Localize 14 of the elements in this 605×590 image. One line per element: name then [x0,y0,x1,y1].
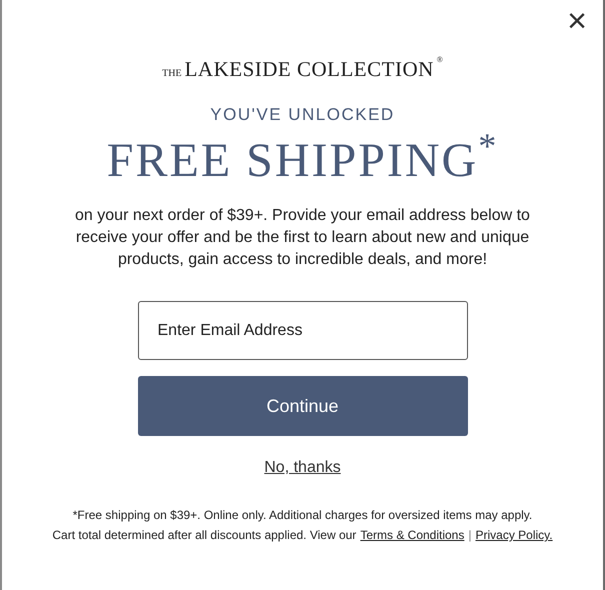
link-separator: | [468,527,472,544]
email-field[interactable]: Enter Email Address [138,301,468,360]
privacy-link[interactable]: Privacy Policy. [475,526,553,544]
terms-link[interactable]: Terms & Conditions [360,526,464,544]
continue-button[interactable]: Continue [138,376,468,436]
disclaimer-line: Cart total determined after all discounts applied. View our [52,527,356,544]
decline-link[interactable]: No, thanks [264,456,341,480]
logo-registered-mark: ® [436,54,443,66]
offer-description: on your next order of $39+. Provide your email address below to receive your offer and be the first to learn about new and unique products, gain access to incredible deals, and more! [74,206,531,270]
disclaimer-line: *Free shipping on $39+. Online only. Additional charges for oversized items may apply. [72,507,532,524]
close-button[interactable]: × [567,4,587,38]
logo-prefix: THE [162,67,182,81]
logo-name: LAKESIDE COLLECTION [184,56,434,83]
eyebrow-text: YOU'VE UNLOCKED [210,104,395,126]
